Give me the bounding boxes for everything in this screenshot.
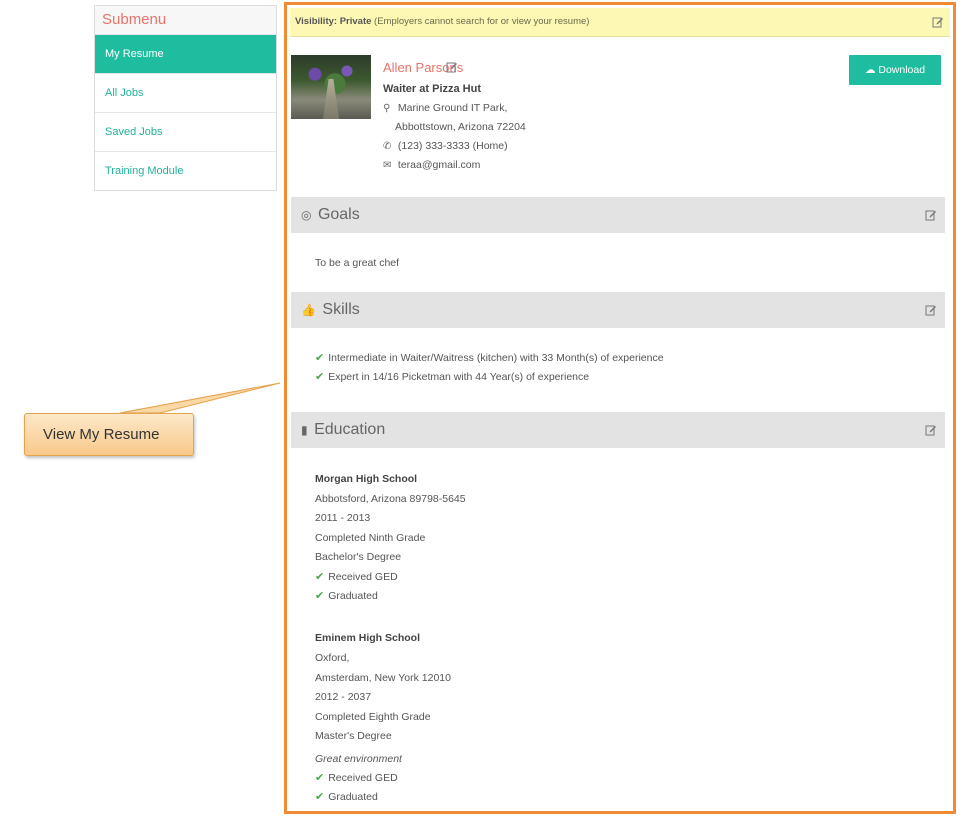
- edit-goals-icon[interactable]: [925, 209, 937, 221]
- school-completed: Completed Eighth Grade: [315, 711, 431, 723]
- phone-line: ✆ (123) 333-3333 (Home): [383, 140, 508, 152]
- visibility-note: (Employers cannot search for or view you…: [374, 16, 590, 27]
- skill-text: Intermediate in Waiter/Waitress (kitchen…: [328, 352, 664, 364]
- thumbs-up-icon: 👍: [301, 303, 316, 317]
- resume-panel: Visibility: Private (Employers cannot se…: [284, 2, 956, 814]
- school-check-text: Received GED: [328, 571, 398, 583]
- download-resume-label: Download Resume: [875, 64, 926, 106]
- school-check-text: Received GED: [328, 772, 398, 784]
- check-icon: ✔: [315, 590, 325, 602]
- phone-text: (123) 333-3333 (Home): [397, 140, 508, 152]
- phone-icon: ✆: [383, 141, 392, 152]
- edit-profile-icon[interactable]: [446, 61, 458, 73]
- edit-icon[interactable]: [932, 16, 944, 28]
- school-address-line-2: Amsterdam, New York 12010: [315, 672, 451, 684]
- goals-header: ◎ Goals: [291, 197, 945, 233]
- submenu-item-my-resume[interactable]: My Resume: [95, 35, 276, 74]
- check-icon: ✔: [315, 772, 325, 784]
- school-check-text: Graduated: [328, 590, 378, 602]
- school-degree: Bachelor's Degree: [315, 551, 402, 563]
- address-line-2: Abbottstown, Arizona 72204: [395, 121, 526, 133]
- school-name: Morgan High School: [315, 473, 418, 485]
- profile-job-title: Waiter at Pizza Hut: [383, 83, 481, 95]
- callout-view-my-resume: View My Resume: [24, 413, 194, 456]
- school-completed: Completed Ninth Grade: [315, 532, 426, 544]
- school-check-text: Graduated: [328, 791, 378, 803]
- goals-text: To be a great chef: [315, 257, 400, 269]
- email-text[interactable]: teraa@gmail.com: [398, 159, 480, 171]
- school-years: 2011 - 2013: [315, 512, 371, 524]
- map-marker-icon: ⚲: [383, 103, 391, 114]
- envelope-icon: ✉: [383, 160, 392, 171]
- download-resume-button[interactable]: ☁ Download Resume: [849, 55, 941, 106]
- skill-text: Expert in 14/16 Picketman with 44 Year(s…: [328, 371, 590, 383]
- check-icon: ✔: [315, 371, 325, 383]
- book-icon: ▮: [301, 423, 308, 437]
- school-note: Great environment: [315, 753, 402, 765]
- school-check-item: ✔ Graduated: [315, 790, 378, 803]
- edit-education-icon[interactable]: [925, 424, 937, 436]
- check-icon: ✔: [315, 571, 325, 583]
- school-address: Abbotsford, Arizona 89798-5645: [315, 493, 466, 505]
- email-line: ✉ teraa@gmail.com: [383, 159, 480, 171]
- submenu-item-training-module[interactable]: Training Module: [95, 152, 276, 190]
- goals-heading: Goals: [317, 206, 360, 223]
- skill-item: ✔ Expert in 14/16 Picketman with 44 Year(…: [315, 370, 589, 383]
- skill-item: ✔ Intermediate in Waiter/Waitress (kitche…: [315, 351, 664, 364]
- check-icon: ✔: [315, 791, 325, 803]
- cloud-download-icon: ☁: [864, 64, 876, 76]
- school-degree: Master's Degree: [315, 730, 392, 742]
- address-line-1-text: Marine Ground IT Park,: [397, 102, 508, 114]
- school-check-item: ✔ Received GED: [315, 570, 398, 583]
- school-check-item: ✔ Received GED: [315, 771, 398, 784]
- education-header: ▮ Education: [291, 412, 945, 448]
- submenu-item-saved-jobs[interactable]: Saved Jobs: [95, 113, 276, 152]
- school-check-item: ✔ Graduated: [315, 589, 378, 602]
- submenu: Submenu My Resume All Jobs Saved Jobs Tr…: [94, 5, 277, 191]
- profile-photo: [291, 55, 371, 119]
- address-line-1: ⚲ Marine Ground IT Park,: [383, 102, 507, 114]
- skills-header: 👍 Skills: [291, 292, 945, 328]
- school-years: 2012 - 2037: [315, 691, 372, 703]
- bullseye-icon: ◎: [301, 208, 312, 222]
- submenu-item-all-jobs[interactable]: All Jobs: [95, 74, 276, 113]
- skills-heading: Skills: [322, 301, 360, 318]
- visibility-bar: Visibility: Private (Employers cannot se…: [290, 8, 950, 37]
- school-name: Eminem High School: [315, 632, 421, 644]
- check-icon: ✔: [315, 352, 325, 364]
- edit-skills-icon[interactable]: [925, 304, 937, 316]
- education-heading: Education: [314, 421, 386, 438]
- visibility-label: Visibility: Private: [295, 16, 372, 27]
- school-address-line-1: Oxford,: [315, 652, 350, 664]
- submenu-title: Submenu: [95, 6, 276, 35]
